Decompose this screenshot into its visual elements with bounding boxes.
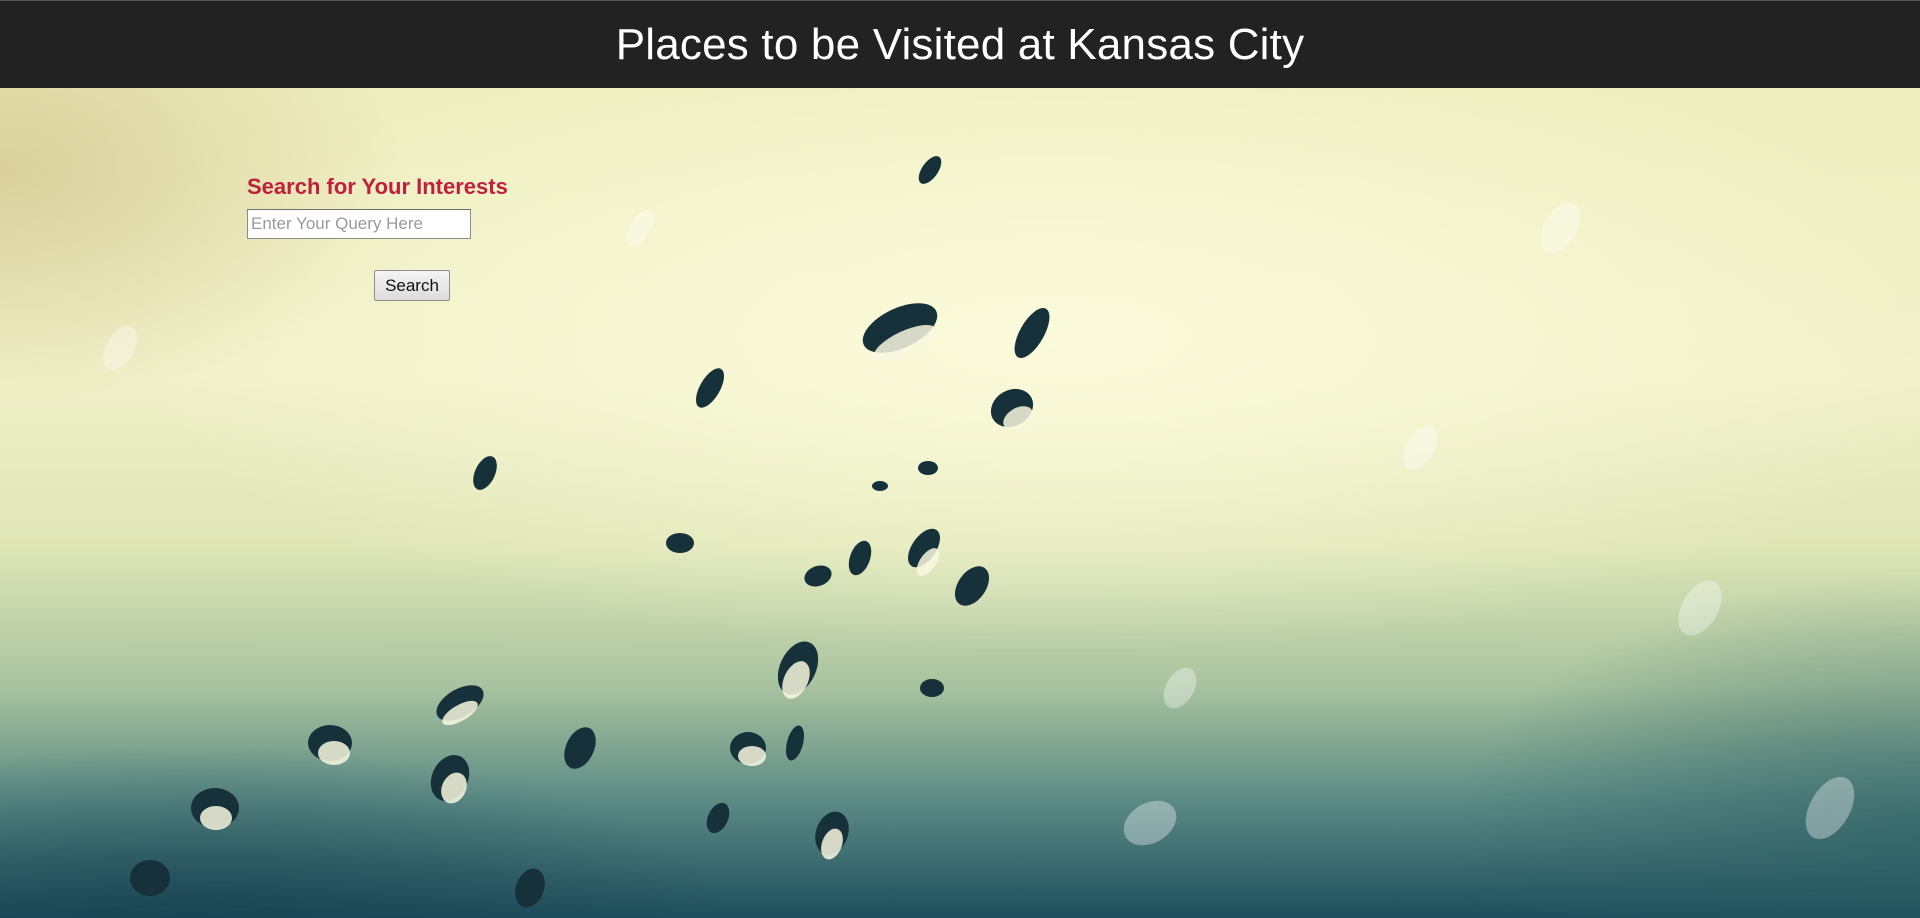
- page-header: Places to be Visited at Kansas City: [0, 0, 1920, 88]
- page: Places to be Visited at Kansas City Sear…: [0, 0, 1920, 918]
- search-heading: Search for Your Interests: [247, 174, 508, 199]
- search-button[interactable]: Search: [374, 270, 450, 301]
- search-panel: Search for Your Interests Search: [247, 174, 547, 301]
- search-input[interactable]: [247, 209, 471, 239]
- page-title: Places to be Visited at Kansas City: [615, 19, 1305, 69]
